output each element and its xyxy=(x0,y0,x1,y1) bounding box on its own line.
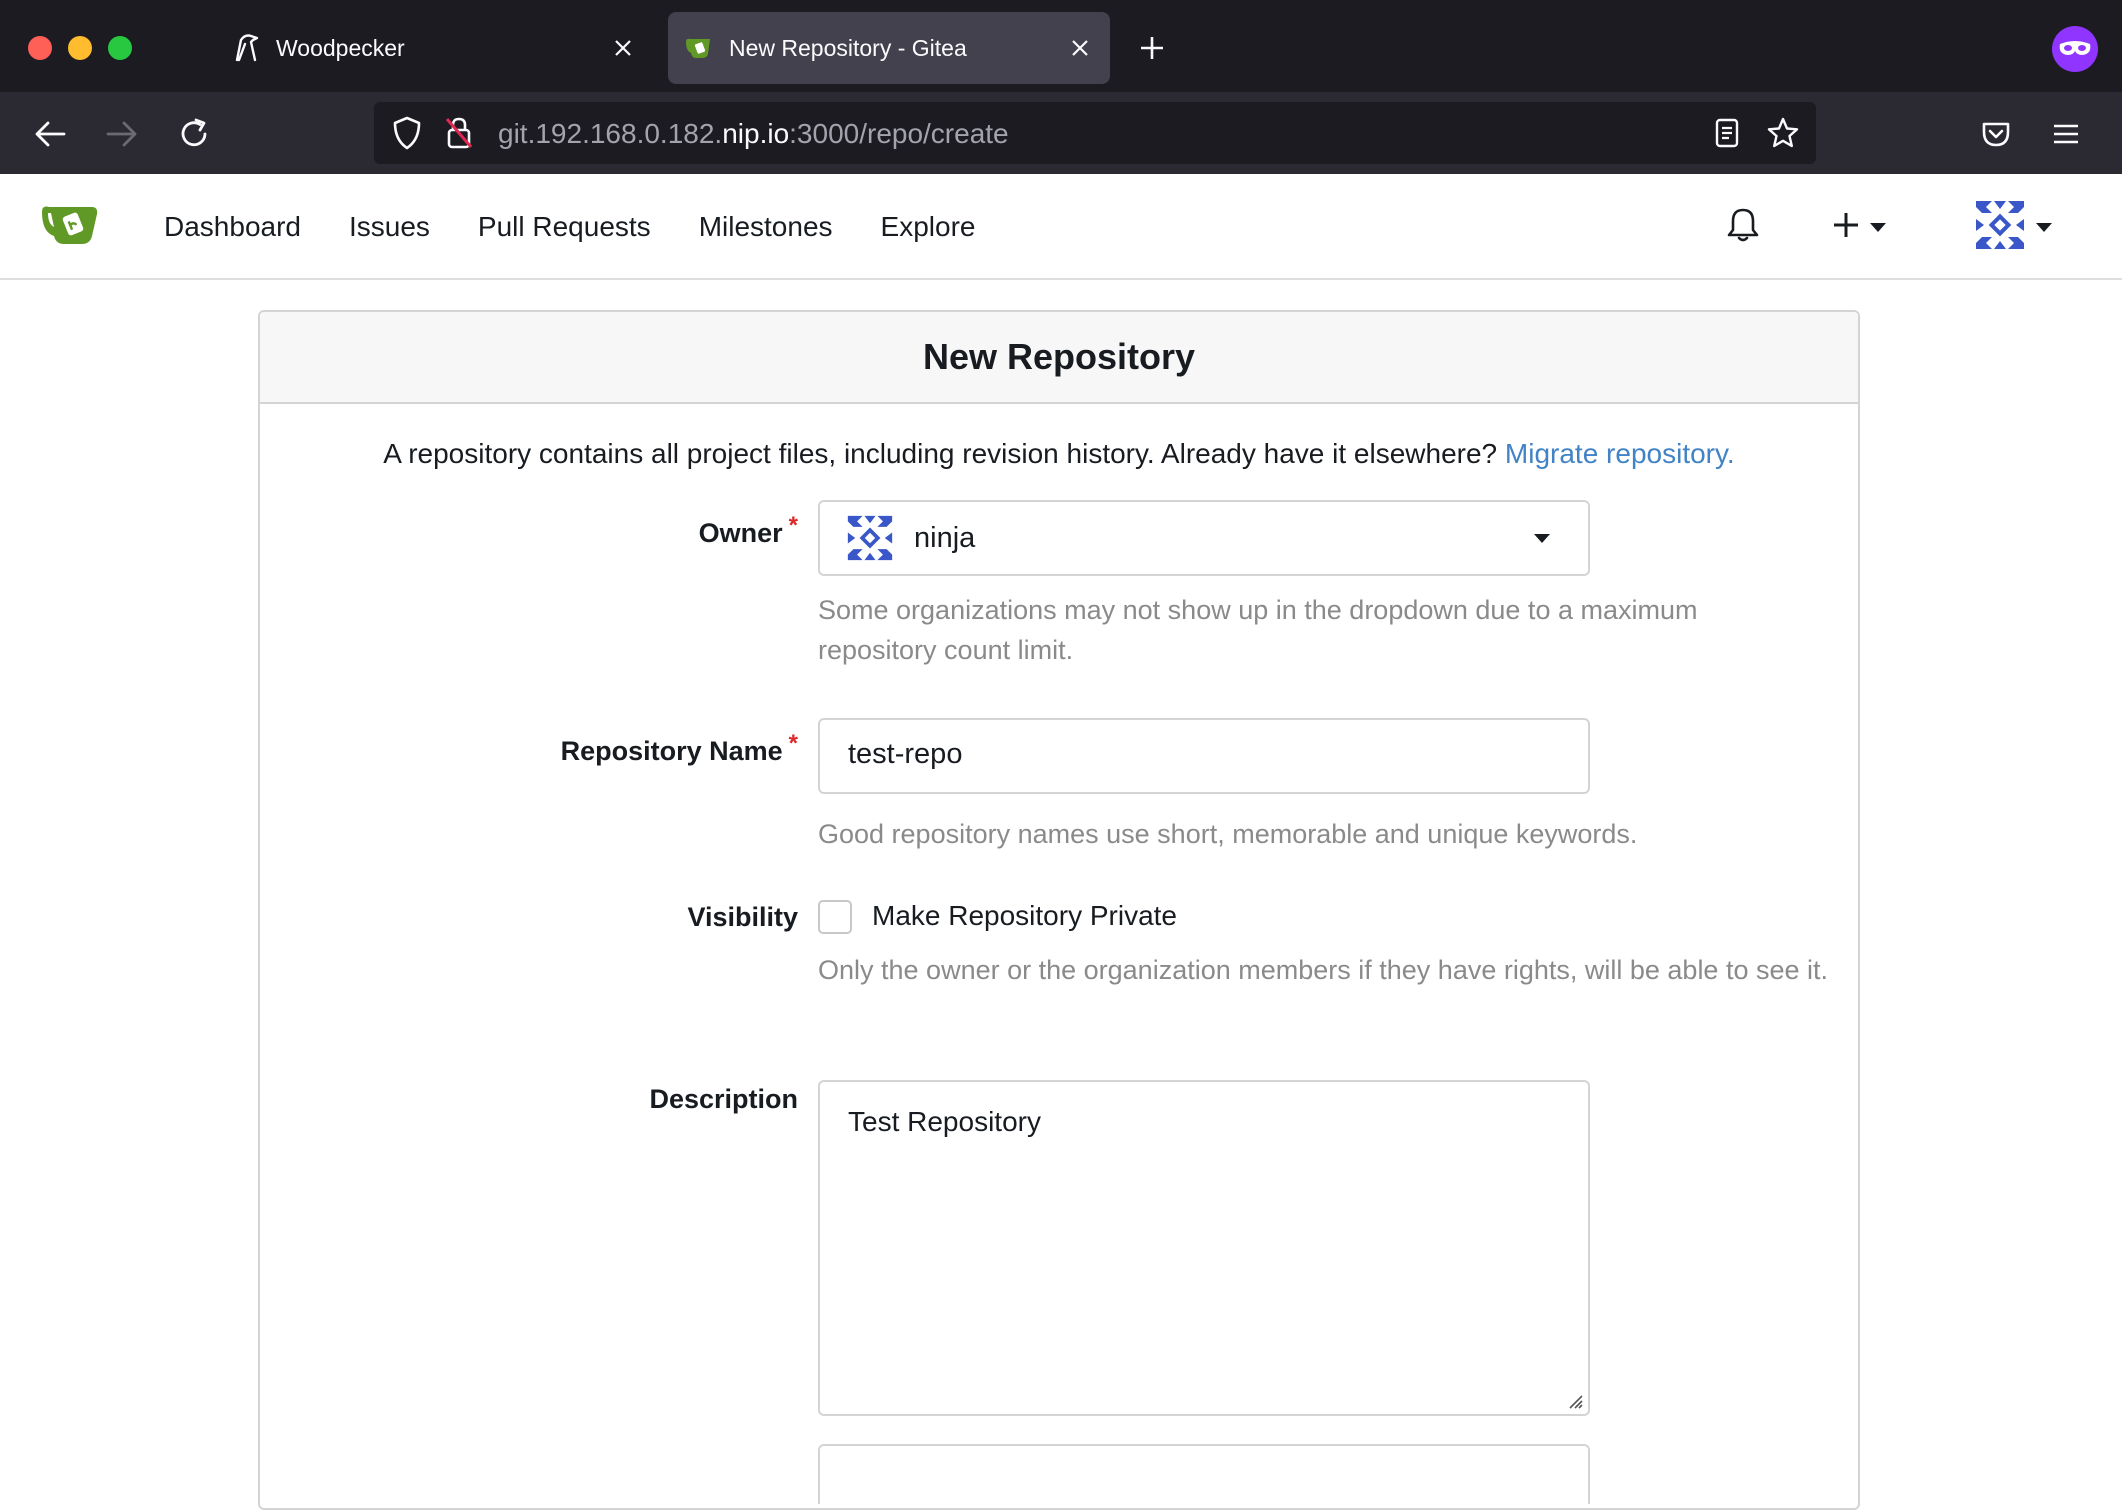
chevron-down-icon xyxy=(1534,534,1550,543)
navigation-toolbar: git.192.168.0.182.nip.io:3000/repo/creat… xyxy=(0,92,2122,174)
nav-issues[interactable]: Issues xyxy=(325,211,454,243)
private-checkbox[interactable] xyxy=(818,900,852,934)
plus-icon xyxy=(1832,211,1860,244)
description-value: Test Repository xyxy=(848,1106,1041,1137)
reader-view-icon[interactable] xyxy=(1708,114,1746,152)
tab-bar: Woodpecker New Repository - Gitea xyxy=(0,0,2122,92)
tab-title: New Repository - Gitea xyxy=(729,34,967,61)
new-repository-form: New Repository A repository contains all… xyxy=(258,310,1860,1510)
shield-icon[interactable] xyxy=(388,114,426,152)
owner-label: Owner * xyxy=(698,512,798,548)
tab-woodpecker[interactable]: Woodpecker xyxy=(215,12,653,84)
migrate-repository-link[interactable]: Migrate repository. xyxy=(1505,438,1735,469)
new-tab-button[interactable] xyxy=(1132,28,1172,68)
gitea-header: Dashboard Issues Pull Requests Milestone… xyxy=(0,174,2122,280)
chevron-down-icon xyxy=(2036,222,2052,232)
owner-help: Some organizations may not show up in th… xyxy=(818,595,1698,665)
notifications-button[interactable] xyxy=(1726,174,1760,280)
back-button[interactable] xyxy=(28,112,72,156)
required-marker: * xyxy=(788,512,798,539)
gitea-icon xyxy=(683,31,717,65)
menu-icon[interactable] xyxy=(2044,112,2088,156)
pocket-icon[interactable] xyxy=(1974,112,2018,156)
avatar xyxy=(1974,198,2026,256)
bell-icon xyxy=(1726,207,1760,248)
owner-dropdown[interactable]: ninja xyxy=(818,500,1590,576)
visibility-help: Only the owner or the organization membe… xyxy=(818,955,1829,985)
main-nav: Dashboard Issues Pull Requests Milestone… xyxy=(140,174,999,280)
form-header: New Repository xyxy=(260,312,1858,404)
owner-value: ninja xyxy=(914,522,976,554)
tab-title: Woodpecker xyxy=(276,34,405,61)
maximize-window-button[interactable] xyxy=(108,36,132,60)
chevron-down-icon xyxy=(1870,222,1886,232)
url-text: git.192.168.0.182.nip.io:3000/repo/creat… xyxy=(498,118,1009,149)
reload-button[interactable] xyxy=(172,112,216,156)
user-menu-button[interactable] xyxy=(1974,174,2052,280)
tab-new-repository[interactable]: New Repository - Gitea xyxy=(668,12,1110,84)
description-textarea[interactable]: Test Repository xyxy=(818,1080,1590,1416)
minimize-window-button[interactable] xyxy=(68,36,92,60)
nav-explore[interactable]: Explore xyxy=(857,211,1000,243)
next-form-field[interactable] xyxy=(818,1444,1590,1504)
close-icon[interactable] xyxy=(1060,28,1100,68)
browser-chrome: Woodpecker New Repository - Gitea git.19… xyxy=(0,0,2122,174)
repository-name-help: Good repository names use short, memorab… xyxy=(818,819,1638,849)
bookmark-star-icon[interactable] xyxy=(1764,114,1802,152)
repository-name-field[interactable] xyxy=(818,718,1590,794)
create-menu-button[interactable] xyxy=(1832,174,1886,280)
address-bar[interactable]: git.192.168.0.182.nip.io:3000/repo/creat… xyxy=(374,102,1816,164)
insecure-lock-icon[interactable] xyxy=(440,114,478,152)
gitea-logo-icon[interactable] xyxy=(40,200,102,250)
repository-name-label: Repository Name * xyxy=(560,730,798,766)
visibility-label: Visibility xyxy=(687,902,798,932)
description-label: Description xyxy=(649,1084,798,1114)
nav-pull-requests[interactable]: Pull Requests xyxy=(454,211,675,243)
private-browsing-icon[interactable] xyxy=(2052,26,2098,72)
repository-name-input[interactable] xyxy=(848,738,1548,771)
form-intro: A repository contains all project files,… xyxy=(383,438,1735,469)
private-checkbox-label[interactable]: Make Repository Private xyxy=(872,900,1177,932)
woodpecker-icon xyxy=(230,31,264,65)
forward-button[interactable] xyxy=(100,112,144,156)
close-window-button[interactable] xyxy=(28,36,52,60)
close-icon[interactable] xyxy=(603,28,643,68)
page-title: New Repository xyxy=(922,336,1196,377)
owner-avatar xyxy=(846,514,894,562)
nav-dashboard[interactable]: Dashboard xyxy=(140,211,325,243)
resize-handle-icon[interactable] xyxy=(1564,1390,1584,1410)
nav-milestones[interactable]: Milestones xyxy=(675,211,857,243)
required-marker: * xyxy=(788,730,798,757)
